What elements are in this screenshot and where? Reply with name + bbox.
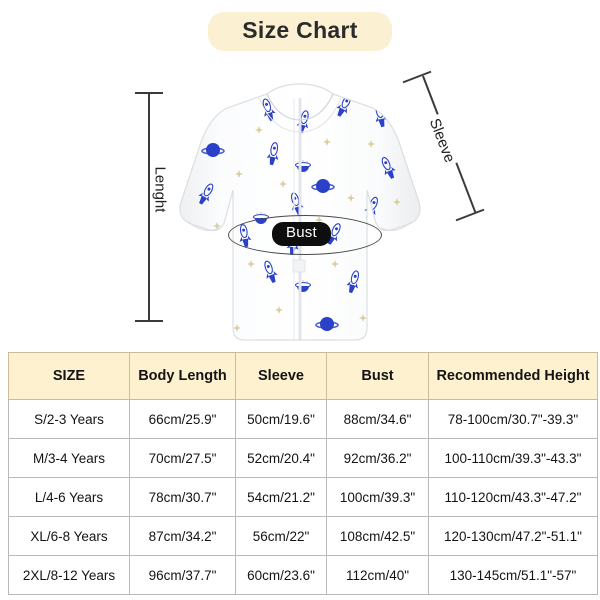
table-row: 2XL/8-12 Years 96cm/37.7" 60cm/23.6" 112… xyxy=(8,555,598,595)
page-title: Size Chart xyxy=(208,11,392,51)
cell-body-length: 70cm/27.5" xyxy=(129,438,236,478)
cell-bust: 108cm/42.5" xyxy=(326,516,429,556)
cell-bust: 112cm/40" xyxy=(326,555,429,595)
cell-size: M/3-4 Years xyxy=(8,438,130,478)
cell-bust: 88cm/34.6" xyxy=(326,399,429,439)
cell-body-length: 66cm/25.9" xyxy=(129,399,236,439)
cell-recommended-height: 110-120cm/43.3"-47.2" xyxy=(428,477,598,517)
cell-body-length: 78cm/30.7" xyxy=(129,477,236,517)
column-header-size: SIZE xyxy=(8,352,130,400)
cell-sleeve: 50cm/19.6" xyxy=(235,399,327,439)
cell-size: 2XL/8-12 Years xyxy=(8,555,130,595)
cell-bust: 92cm/36.2" xyxy=(326,438,429,478)
cell-recommended-height: 120-130cm/47.2"-51.1" xyxy=(428,516,598,556)
cell-sleeve: 54cm/21.2" xyxy=(235,477,327,517)
cell-sleeve: 56cm/22" xyxy=(235,516,327,556)
table-row: S/2-3 Years 66cm/25.9" 50cm/19.6" 88cm/3… xyxy=(8,399,598,439)
column-header-recommended-height: Recommended Height xyxy=(428,352,598,400)
size-table: SIZE Body Length Sleeve Bust Recommended… xyxy=(8,352,598,595)
length-cap-top xyxy=(135,92,163,94)
bust-label: Bust xyxy=(272,222,331,246)
size-table-header: SIZE Body Length Sleeve Bust Recommended… xyxy=(8,352,598,400)
cell-size: L/4-6 Years xyxy=(8,477,130,517)
cell-recommended-height: 130-145cm/51.1"-57" xyxy=(428,555,598,595)
cell-recommended-height: 100-110cm/39.3"-43.3" xyxy=(428,438,598,478)
cell-body-length: 96cm/37.7" xyxy=(129,555,236,595)
cell-size: XL/6-8 Years xyxy=(8,516,130,556)
column-header-sleeve: Sleeve xyxy=(235,352,327,400)
table-header-row: SIZE Body Length Sleeve Bust Recommended… xyxy=(8,352,598,400)
size-table-container: SIZE Body Length Sleeve Bust Recommended… xyxy=(8,352,598,595)
measurement-diagram: Lenght Sleeve Bust xyxy=(0,62,600,350)
column-header-body-length: Body Length xyxy=(129,352,236,400)
sleeve-cap-bottom xyxy=(455,208,485,222)
sleeve-cap-top xyxy=(402,70,432,84)
title-banner: Size Chart xyxy=(0,0,600,62)
cell-size: S/2-3 Years xyxy=(8,399,130,439)
table-row: L/4-6 Years 78cm/30.7" 54cm/21.2" 100cm/… xyxy=(8,477,598,517)
sleeve-label: Sleeve xyxy=(424,113,460,168)
size-table-body: S/2-3 Years 66cm/25.9" 50cm/19.6" 88cm/3… xyxy=(8,399,598,595)
length-cap-bottom xyxy=(135,320,163,322)
table-row: M/3-4 Years 70cm/27.5" 52cm/20.4" 92cm/3… xyxy=(8,438,598,478)
length-label: Lenght xyxy=(150,163,170,216)
cell-sleeve: 60cm/23.6" xyxy=(235,555,327,595)
table-row: XL/6-8 Years 87cm/34.2" 56cm/22" 108cm/4… xyxy=(8,516,598,556)
cell-recommended-height: 78-100cm/30.7"-39.3" xyxy=(428,399,598,439)
cell-body-length: 87cm/34.2" xyxy=(129,516,236,556)
column-header-bust: Bust xyxy=(326,352,429,400)
cell-sleeve: 52cm/20.4" xyxy=(235,438,327,478)
sleeve-measurement-bracket: Sleeve xyxy=(388,70,498,222)
cell-bust: 100cm/39.3" xyxy=(326,477,429,517)
